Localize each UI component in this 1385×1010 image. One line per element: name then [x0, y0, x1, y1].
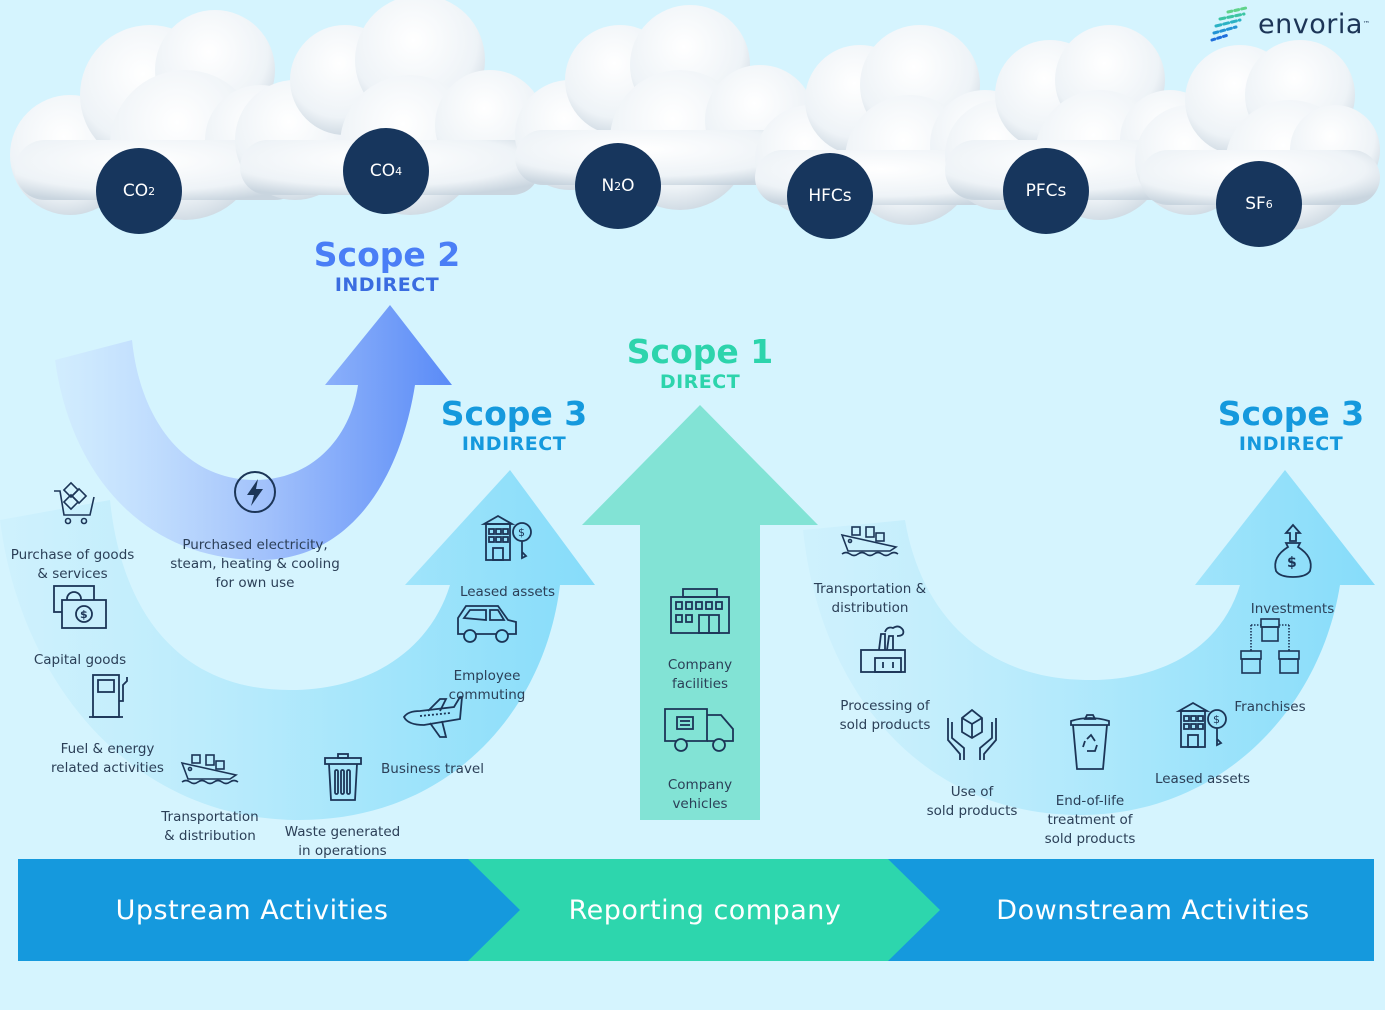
scope3-upstream-subheading: INDIRECT — [461, 433, 567, 455]
delivery-van-icon — [664, 708, 734, 752]
scope2-title: Scope 2 INDIRECT — [287, 235, 487, 297]
brand-logo: envoria ™ — [1210, 6, 1370, 42]
svg-text:$: $ — [80, 608, 88, 621]
upstream-item-transportation: Transportation & distribution — [150, 730, 270, 846]
recycle-bin-icon — [1070, 714, 1110, 770]
svg-text:$: $ — [518, 526, 525, 539]
shopping-cart-icon — [53, 481, 95, 525]
factory-icon — [860, 625, 906, 673]
scope3-upstream-heading: Scope 3 — [440, 394, 588, 433]
factory-building-icon — [670, 588, 730, 634]
scope2-heading: Scope 2 — [313, 235, 461, 274]
money-bills-icon: $ — [53, 585, 107, 629]
brand-name: envoria — [1258, 8, 1363, 40]
downstream-item-end-of-life: End-of-life treatment of sold products — [1030, 692, 1150, 849]
lightning-icon — [234, 471, 276, 513]
svg-text:$: $ — [1213, 713, 1220, 726]
trademark: ™ — [1362, 20, 1370, 28]
downstream-item-investments: $ Investments — [1240, 504, 1345, 619]
scope1-item-company-facilities: Company facilities — [650, 568, 750, 694]
car-icon — [457, 605, 517, 643]
building-key-icon: $ — [1175, 701, 1227, 748]
scope1-item-company-vehicles: Company vehicles — [650, 688, 750, 814]
fuel-pump-icon — [88, 674, 128, 718]
scope1-subheading: DIRECT — [659, 371, 741, 393]
money-bag-icon: $ — [1273, 523, 1312, 578]
gas-co2: CO 2 — [96, 148, 182, 234]
envoria-logo-icon — [1210, 6, 1248, 42]
trash-bin-icon — [323, 753, 362, 801]
scope3-downstream-heading: Scope 3 — [1217, 394, 1365, 433]
gas-pfcs: PFCs — [1003, 148, 1089, 234]
downstream-activities-label: Downstream Activities — [996, 894, 1310, 926]
building-key-icon: $ — [480, 514, 532, 561]
scope3-upstream-title: Scope 3 INDIRECT — [414, 394, 614, 456]
scope2-item-purchased-electricity: Purchased electricity, steam, heating & … — [160, 450, 350, 593]
scope1-heading: Scope 1 — [626, 332, 774, 371]
cargo-ship-icon — [180, 754, 239, 785]
scope3-downstream-subheading: INDIRECT — [1238, 433, 1344, 455]
gas-n2o: N2O — [575, 143, 661, 229]
gas-co4: CO 4 — [343, 128, 429, 214]
franchise-stores-icon — [1240, 618, 1300, 674]
gas-hfcs: HFCs — [787, 153, 873, 239]
scope2-subheading: INDIRECT — [334, 274, 440, 296]
scope3-downstream-title: Scope 3 INDIRECT — [1191, 394, 1385, 456]
reporting-company-label: Reporting company — [568, 894, 842, 926]
downstream-item-use-of-sold: Use of sold products — [912, 685, 1032, 821]
scope1-title: Scope 1 DIRECT — [600, 332, 800, 394]
downstream-item-transportation: Transportation & distribution — [805, 502, 935, 618]
gas-sf6: SF 6 — [1216, 161, 1302, 247]
clouds — [10, 0, 1380, 230]
upstream-activities-label: Upstream Activities — [115, 894, 389, 926]
svg-text:$: $ — [1287, 555, 1297, 571]
cargo-ship-icon — [840, 526, 899, 557]
upstream-item-leased-assets: $ Leased assets — [455, 495, 560, 602]
hands-box-icon — [947, 708, 997, 760]
